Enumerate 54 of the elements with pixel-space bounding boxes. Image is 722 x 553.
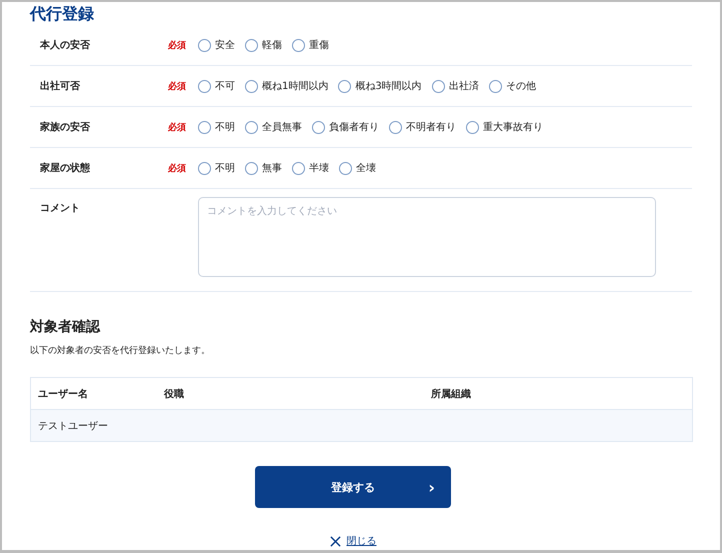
option-label[interactable]: 不明	[215, 120, 235, 134]
option-label[interactable]: 不明者有り	[406, 120, 456, 134]
column-header: 所属組織	[431, 388, 471, 400]
option-label[interactable]: 安全	[215, 38, 235, 52]
radio-button[interactable]	[292, 38, 305, 52]
radio-button[interactable]	[466, 120, 479, 134]
radio-button[interactable]	[389, 120, 402, 134]
required-tag: 必須	[168, 80, 198, 92]
option-label[interactable]: 負傷者有り	[329, 120, 379, 134]
option-label[interactable]: 出社済	[448, 79, 479, 93]
close-icon	[330, 536, 340, 546]
comment-field[interactable]: コメントを入力してください	[198, 197, 656, 277]
description-text: 以下の対象者の安否を代行登録いたします。	[30, 344, 211, 357]
field-label: 家族の安否	[39, 120, 91, 134]
option-label[interactable]: 無事	[262, 161, 282, 175]
field-label: 家屋の状態	[39, 161, 91, 175]
field-label: 本人の安否	[38, 38, 91, 52]
radio-button[interactable]	[198, 120, 211, 134]
field-label: コメント	[39, 202, 81, 215]
radio-button[interactable]	[338, 80, 352, 92]
radio-button[interactable]	[198, 162, 211, 174]
option-label[interactable]: 不明	[215, 161, 235, 175]
option-label[interactable]: 全壊	[356, 161, 376, 175]
required-tag: 必須	[168, 120, 198, 134]
option-label[interactable]: 重傷	[309, 38, 329, 52]
option-label[interactable]: 概ね1時間以内	[262, 79, 328, 93]
submit-button[interactable]: 登録する ›	[255, 466, 451, 508]
option-label[interactable]: 軽傷	[262, 38, 282, 52]
option-label[interactable]: 半壊	[309, 161, 329, 175]
table-cell-text: テストユーザー	[37, 420, 109, 432]
radio-button[interactable]	[292, 162, 305, 174]
option-label[interactable]: 全員無事	[262, 120, 302, 134]
radio-button[interactable]	[339, 162, 352, 174]
required-tag: 必須	[168, 162, 198, 174]
page-title: 代行登録	[30, 3, 95, 25]
radio-button[interactable]	[198, 80, 211, 92]
option-label[interactable]: 概ね3時間以内	[355, 79, 422, 93]
radio-button[interactable]	[245, 120, 258, 134]
required-tag: 必須	[168, 38, 198, 52]
column-header: 役職	[164, 388, 185, 400]
option-label[interactable]: その他	[506, 79, 536, 93]
option-label[interactable]: 重大事故有り	[483, 120, 543, 134]
column-header: ユーザー名	[37, 388, 89, 400]
radio-button[interactable]	[432, 80, 445, 92]
option-label[interactable]: 不可	[215, 79, 235, 93]
radio-button[interactable]	[245, 38, 258, 52]
field-label: 出社可否	[39, 80, 81, 93]
section-title: 対象者確認	[30, 318, 102, 336]
chevron-icon: ›	[428, 478, 435, 496]
radio-button[interactable]	[198, 38, 211, 52]
radio-button[interactable]	[488, 80, 502, 92]
radio-button[interactable]	[245, 162, 258, 174]
radio-button[interactable]	[245, 80, 258, 92]
radio-button[interactable]	[312, 120, 325, 134]
